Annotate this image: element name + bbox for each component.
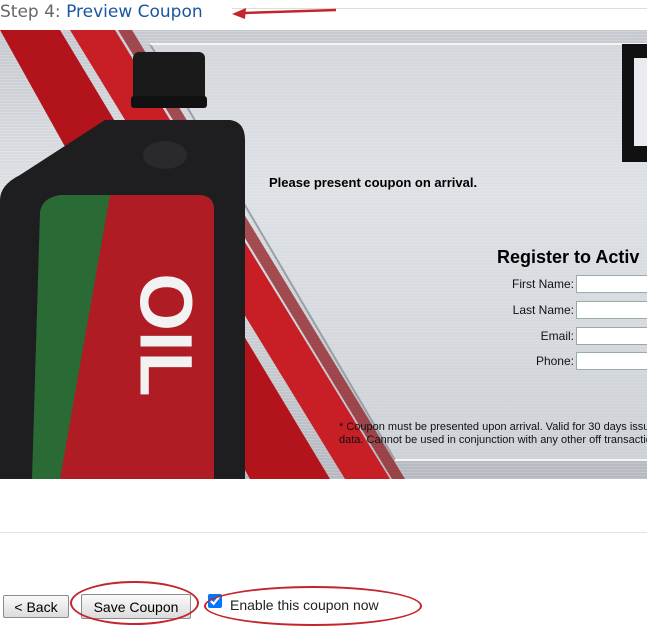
enable-coupon-label: Enable this coupon now (230, 597, 379, 613)
enable-coupon-checkbox[interactable] (208, 594, 222, 608)
page-title: Preview Coupon (66, 2, 203, 22)
back-button[interactable]: < Back (3, 595, 69, 618)
coupon-preview: OIL Please present coupon on arrival. Re… (0, 30, 647, 479)
step-label: Step 4: (0, 2, 61, 22)
email-label: Email: (540, 329, 574, 343)
bottle-label: OIL (124, 273, 207, 396)
first-name-row: First Name: (480, 275, 647, 293)
register-title: Register to Activ (497, 247, 640, 267)
first-name-field[interactable] (576, 275, 647, 293)
phone-row: Phone: (480, 352, 647, 370)
phone-field[interactable] (576, 352, 647, 370)
step-header: Step 4: Preview Coupon (0, 0, 647, 26)
email-row: Email: (480, 327, 647, 345)
phone-label: Phone: (535, 354, 574, 368)
arrow-annotation-icon (232, 8, 337, 19)
last-name-field[interactable] (576, 301, 647, 319)
logo-letter-fragment (622, 44, 647, 162)
bottom-divider (0, 532, 647, 533)
last-name-row: Last Name: (480, 301, 647, 319)
step-heading: Step 4: Preview Coupon (0, 2, 203, 22)
last-name-label: Last Name: (512, 303, 574, 317)
first-name-label: First Name: (511, 277, 574, 291)
arrival-note: Please present coupon on arrival. (269, 175, 478, 190)
coupon-disclaimer: * Coupon must be presented upon arrival.… (339, 421, 647, 446)
email-field[interactable] (576, 327, 647, 345)
save-coupon-button[interactable]: Save Coupon (81, 594, 191, 619)
